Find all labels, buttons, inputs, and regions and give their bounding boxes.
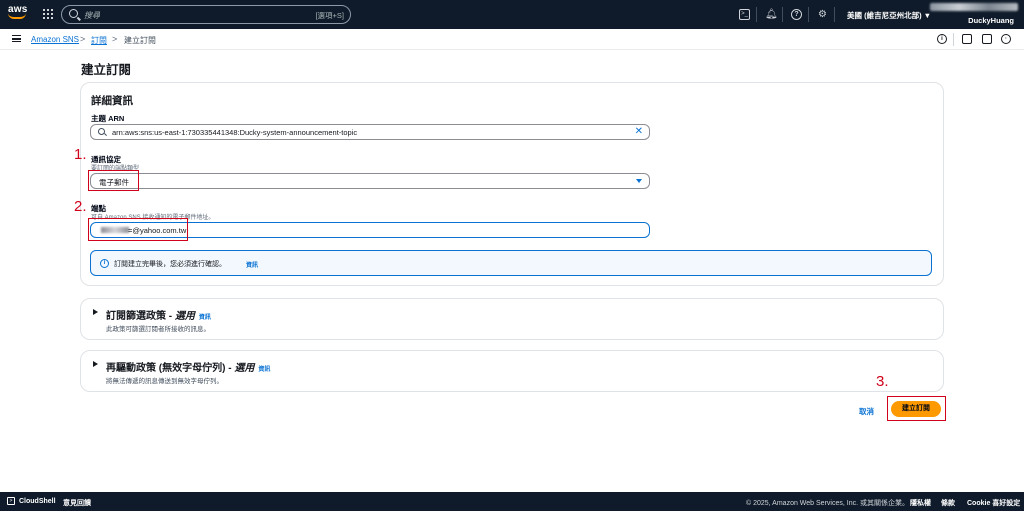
help-icon[interactable]: ? xyxy=(791,9,802,20)
annotation-3: 3. xyxy=(876,373,889,390)
account-menu[interactable]: DuckyHuang xyxy=(968,16,1014,25)
menu-icon[interactable] xyxy=(12,35,21,42)
account-id-redacted xyxy=(930,3,1018,11)
details-title: 詳細資訊 xyxy=(91,95,133,107)
confirmation-alert: i 訂閱建立完畢後，您必須進行確認。 資訊 xyxy=(90,250,932,276)
services-grid-icon[interactable] xyxy=(43,9,53,19)
filter-policy-desc: 此政策可篩選訂閱者所接收的訊息。 xyxy=(106,326,210,333)
bell-icon[interactable]: 🔔︎ xyxy=(765,9,778,20)
search-icon xyxy=(98,128,105,135)
cloudshell-link[interactable]: CloudShell xyxy=(19,498,56,505)
annotation-2: 2. xyxy=(74,198,87,215)
breadcrumb-sns[interactable]: Amazon SNS xyxy=(31,35,79,44)
protocol-select[interactable]: 電子郵件 xyxy=(90,173,650,189)
aws-logo-text: aws xyxy=(8,4,28,15)
breadcrumb-bar: Amazon SNS > 訂閱 > 建立訂閱 i · xyxy=(0,29,1024,50)
filter-policy-section[interactable]: 訂閱篩選政策 - 選用 資訊 此政策可篩選訂閱者所接收的訊息。 xyxy=(80,298,944,340)
redrive-policy-info-link[interactable]: 資訊 xyxy=(258,367,270,373)
annotation-box-1 xyxy=(88,170,139,191)
cancel-button[interactable]: 取消 xyxy=(859,406,874,417)
annotation-box-3 xyxy=(887,396,946,421)
footer: > CloudShell 意見回饋 © 2025, Amazon Web Ser… xyxy=(0,492,1024,511)
info-icon: i xyxy=(100,259,109,268)
search-shortcut: [選項+S] xyxy=(315,11,344,20)
redrive-policy-title: 再驅動政策 (無效字母佇列) - 選用 資訊 xyxy=(106,363,271,374)
aws-logo[interactable]: aws xyxy=(8,5,30,23)
breadcrumb-current: 建立訂閱 xyxy=(124,36,156,45)
topic-arn-field[interactable]: arn:aws:sns:us-east-1:730335441348:Ducky… xyxy=(90,124,650,140)
privacy-link[interactable]: 隱私權 xyxy=(910,498,931,508)
top-navigation: aws 搜尋 [選項+S] >_ 🔔︎ ? ⚙︎ 美國 (維吉尼亞州北部) ▼ … xyxy=(0,0,1024,29)
annotation-box-2 xyxy=(88,218,188,241)
filter-policy-title: 訂閱篩選政策 - 選用 資訊 xyxy=(106,311,211,322)
page-title: 建立訂閱 xyxy=(81,63,132,77)
search-input[interactable]: 搜尋 [選項+S] xyxy=(61,5,351,24)
cloudshell-icon[interactable]: >_ xyxy=(739,9,750,20)
gear-icon[interactable]: ⚙︎ xyxy=(817,9,828,20)
alert-info-link[interactable]: 資訊 xyxy=(246,260,258,269)
search-icon xyxy=(69,9,78,18)
feedback-icon[interactable] xyxy=(962,34,972,44)
details-container: 詳細資訊 主題 ARN arn:aws:sns:us-east-1:730335… xyxy=(80,82,944,286)
region-selector[interactable]: 美國 (維吉尼亞州北部) ▼ xyxy=(847,10,931,21)
alert-text: 訂閱建立完畢後，您必須進行確認。 xyxy=(114,261,226,268)
feedback-link[interactable]: 意見回饋 xyxy=(63,498,91,508)
search-placeholder: 搜尋 xyxy=(84,11,100,20)
clear-icon[interactable]: ✕ xyxy=(635,126,643,137)
cookie-preferences-link[interactable]: Cookie 喜好設定 xyxy=(967,498,1020,508)
caret-down-icon xyxy=(636,179,642,183)
annotation-1: 1. xyxy=(74,146,87,163)
terms-link[interactable]: 條款 xyxy=(941,498,955,508)
filter-policy-info-link[interactable]: 資訊 xyxy=(199,315,211,321)
breadcrumb-subscriptions[interactable]: 訂閱 xyxy=(91,35,107,46)
topic-arn-label: 主題 ARN xyxy=(91,114,125,123)
info-icon[interactable]: i xyxy=(937,34,947,44)
topic-arn-value: arn:aws:sns:us-east-1:730335441348:Ducky… xyxy=(112,128,358,137)
redrive-policy-section[interactable]: 再驅動政策 (無效字母佇列) - 選用 資訊 將無法傳遞的訊息傳送到無效字母佇列。 xyxy=(80,350,944,392)
cloudshell-icon: > xyxy=(7,497,15,505)
redrive-policy-desc: 將無法傳遞的訊息傳送到無效字母佇列。 xyxy=(106,378,223,385)
panel-icon[interactable] xyxy=(982,34,992,44)
caret-right-icon xyxy=(93,309,98,315)
caret-right-icon xyxy=(93,361,98,367)
settings-icon[interactable]: · xyxy=(1001,34,1011,44)
copyright: © 2025, Amazon Web Services, Inc. 或其關係企業… xyxy=(746,500,909,507)
